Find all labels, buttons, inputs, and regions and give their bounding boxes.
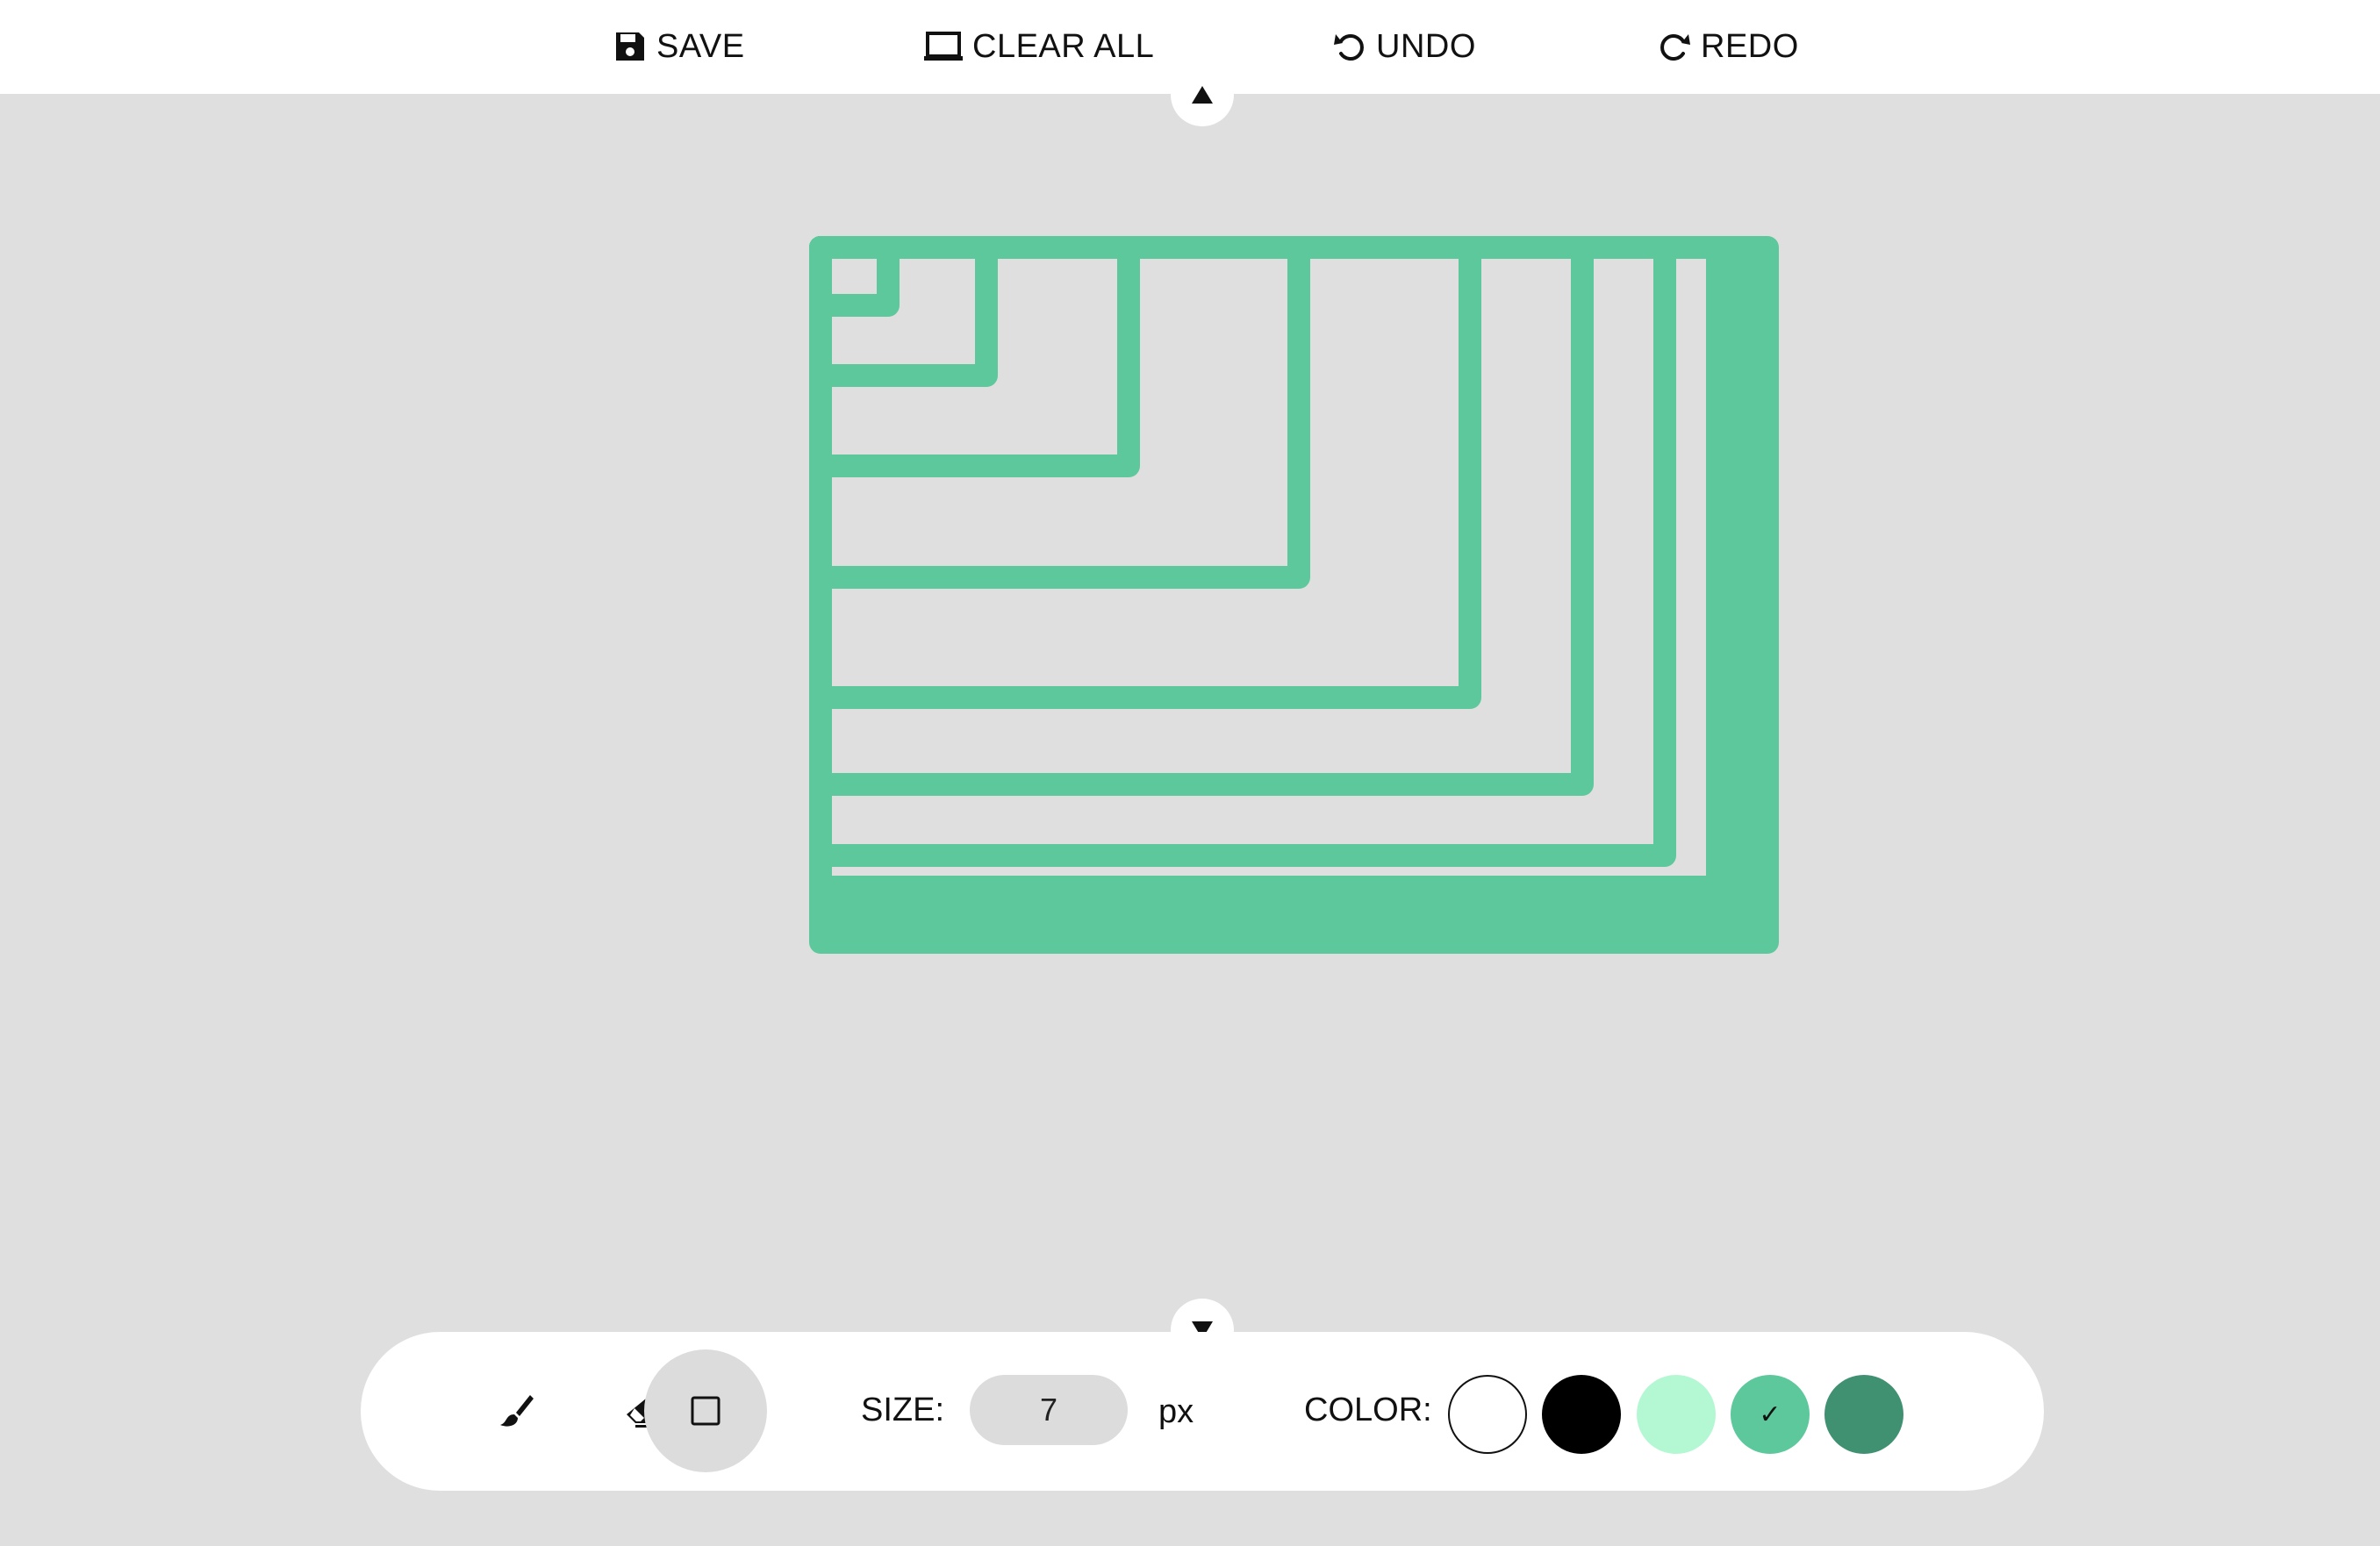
rectangle-tool-button[interactable] (644, 1349, 767, 1472)
clear-all-label: CLEAR ALL (972, 27, 1155, 65)
redo-button[interactable]: REDO (1657, 19, 1799, 74)
size-unit-label: px (1158, 1393, 1194, 1430)
color-swatch-white[interactable] (1448, 1375, 1527, 1454)
selected-check-icon: ✓ (1759, 1399, 1781, 1429)
clear-all-button[interactable]: CLEAR ALL (923, 19, 1154, 74)
undo-icon (1332, 29, 1367, 64)
square-outline-icon (686, 1392, 725, 1430)
size-input[interactable] (970, 1375, 1128, 1445)
color-swatch-dark-green[interactable] (1824, 1375, 1903, 1454)
save-label: SAVE (656, 27, 745, 65)
drawn-rectangle (809, 236, 1140, 477)
brush-tool-button[interactable] (455, 1349, 577, 1472)
color-swatch-green[interactable]: ✓ (1731, 1375, 1810, 1454)
drawn-fill (1732, 247, 1767, 942)
color-swatch-light-green[interactable] (1637, 1375, 1716, 1454)
color-swatch-black[interactable] (1542, 1375, 1621, 1454)
color-label: COLOR: (1304, 1392, 1432, 1428)
floppy-disk-icon (613, 29, 648, 64)
redo-icon (1657, 29, 1692, 64)
paintbrush-icon (497, 1392, 535, 1430)
drawn-fill (821, 888, 1767, 942)
bottom-toolbar: SIZE: px COLOR: ✓ (361, 1332, 2044, 1491)
save-button[interactable]: SAVE (613, 19, 745, 74)
undo-button[interactable]: UNDO (1332, 19, 1476, 74)
drawn-rectangle (809, 236, 1676, 867)
redo-label: REDO (1701, 27, 1799, 65)
undo-label: UNDO (1376, 27, 1476, 65)
laptop-icon (923, 29, 964, 64)
drawn-rectangles (809, 236, 1779, 954)
size-label: SIZE: (861, 1392, 945, 1428)
